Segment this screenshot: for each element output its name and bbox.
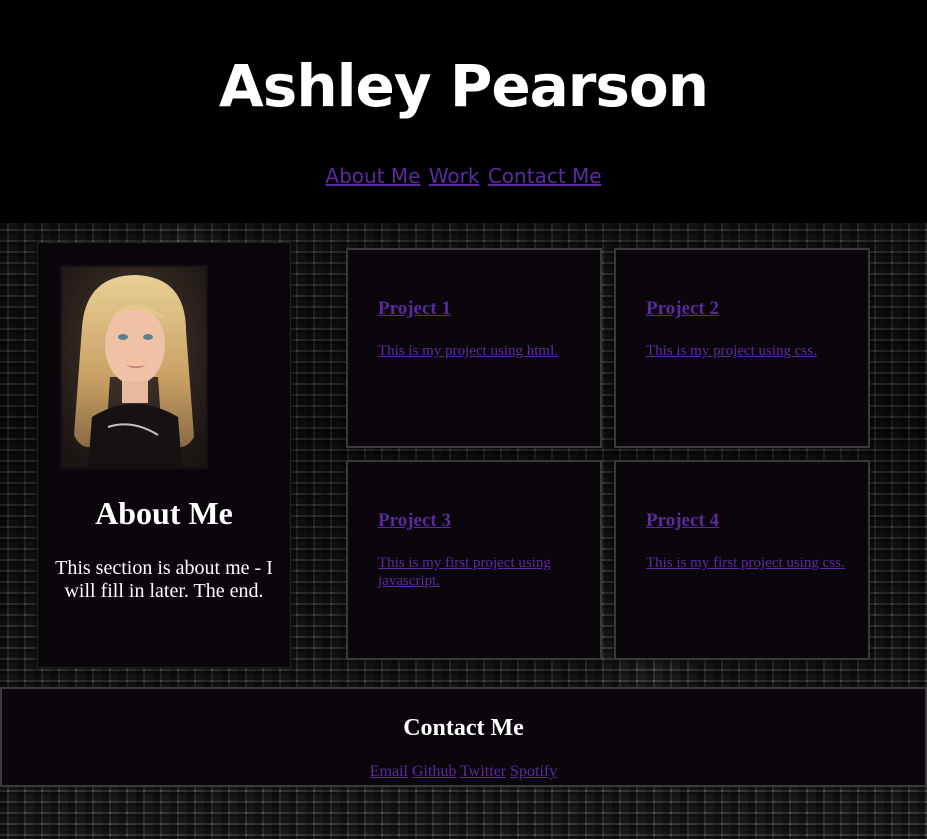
github-link[interactable]: Github [412, 763, 456, 780]
main-nav: About Me Work Contact Me [0, 164, 927, 188]
project-title: Project 3 [378, 510, 451, 532]
project-description: This is my project using css. [646, 342, 846, 360]
project-3-title-link[interactable]: Project 3 [378, 510, 451, 531]
project-1-title-link[interactable]: Project 1 [378, 298, 451, 319]
project-2-description-link[interactable]: This is my project using css. [646, 343, 817, 359]
about-me-section: About Me This section is about me - I wi… [38, 243, 290, 667]
project-4-title-link[interactable]: Project 4 [646, 510, 719, 531]
contact-me-heading: Contact Me [403, 715, 524, 741]
site-title: Ashley Pearson [218, 52, 709, 120]
project-card-2: Project 2 This is my project using css. [614, 248, 870, 448]
project-description: This is my first project using css. [646, 554, 846, 572]
nav-about-me-link[interactable]: About Me [325, 164, 420, 188]
contact-links: Email Github Twitter Spotify [2, 763, 925, 781]
project-title: Project 2 [646, 298, 719, 320]
portrait-photo-icon [62, 267, 206, 467]
project-3-description-link[interactable]: This is my first project using javascrip… [378, 555, 551, 589]
project-description: This is my project using html. [378, 342, 578, 360]
about-me-text: This section is about me - I will fill i… [55, 557, 273, 602]
spotify-link[interactable]: Spotify [510, 763, 557, 780]
project-title: Project 4 [646, 510, 719, 532]
about-me-heading: About Me [95, 495, 233, 531]
project-card-4: Project 4 This is my first project using… [614, 460, 870, 660]
email-link[interactable]: Email [370, 763, 408, 780]
profile-photo [60, 265, 208, 469]
contact-me-section: Contact Me Email Github Twitter Spotify [0, 687, 927, 787]
project-card-1: Project 1 This is my project using html. [346, 248, 602, 448]
site-header: Ashley Pearson About Me Work Contact Me [0, 0, 927, 223]
project-1-description-link[interactable]: This is my project using html. [378, 343, 558, 359]
project-description: This is my first project using javascrip… [378, 554, 578, 590]
nav-work-link[interactable]: Work [429, 164, 480, 188]
project-title: Project 1 [378, 298, 451, 320]
project-card-3: Project 3 This is my first project using… [346, 460, 602, 660]
nav-contact-me-link[interactable]: Contact Me [488, 164, 602, 188]
twitter-link[interactable]: Twitter [460, 763, 506, 780]
project-2-title-link[interactable]: Project 2 [646, 298, 719, 319]
project-4-description-link[interactable]: This is my first project using css. [646, 555, 845, 571]
